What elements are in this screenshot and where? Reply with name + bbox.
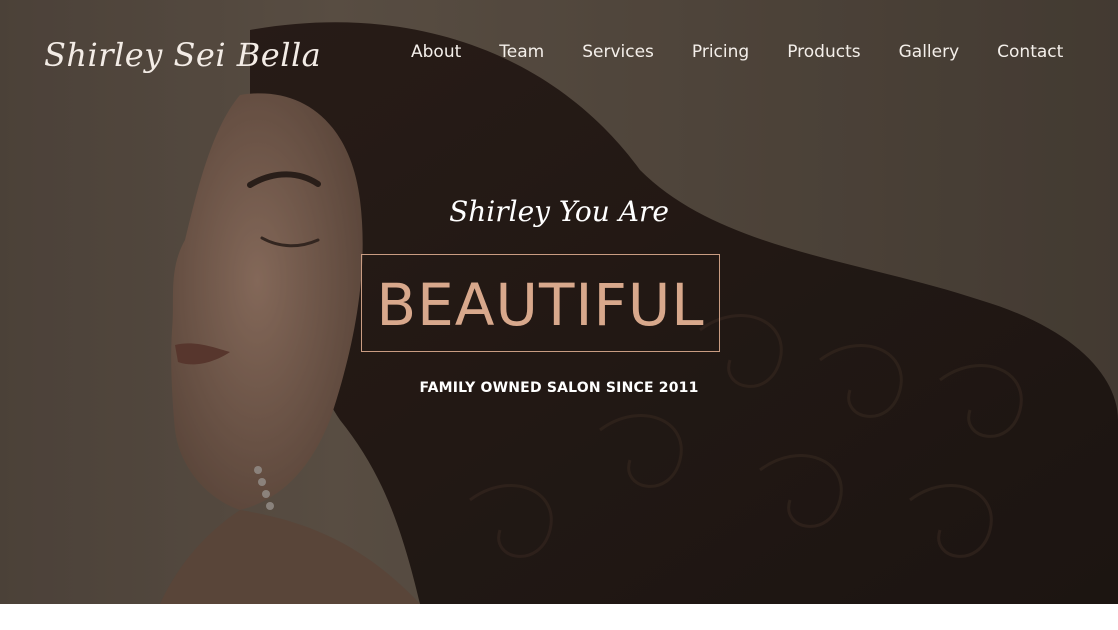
hero-section: Shirley Sei Bella About Team Services Pr… xyxy=(0,0,1118,604)
headline-frame: BEAUTIFUL xyxy=(361,254,720,352)
site-logo[interactable]: Shirley Sei Bella xyxy=(44,36,321,74)
main-navigation: About Team Services Pricing Products Gal… xyxy=(411,42,1063,62)
nav-link-about[interactable]: About xyxy=(411,42,461,62)
hero-tagline: Shirley You Are xyxy=(449,195,669,228)
nav-link-products[interactable]: Products xyxy=(787,42,860,62)
nav-link-pricing[interactable]: Pricing xyxy=(692,42,749,62)
hero-subline: FAMILY OWNED SALON SINCE 2011 xyxy=(419,380,699,396)
nav-link-team[interactable]: Team xyxy=(499,42,544,62)
nav-link-contact[interactable]: Contact xyxy=(997,42,1063,62)
nav-link-services[interactable]: Services xyxy=(582,42,654,62)
nav-link-gallery[interactable]: Gallery xyxy=(899,42,960,62)
hero-headline: BEAUTIFUL xyxy=(376,271,705,339)
